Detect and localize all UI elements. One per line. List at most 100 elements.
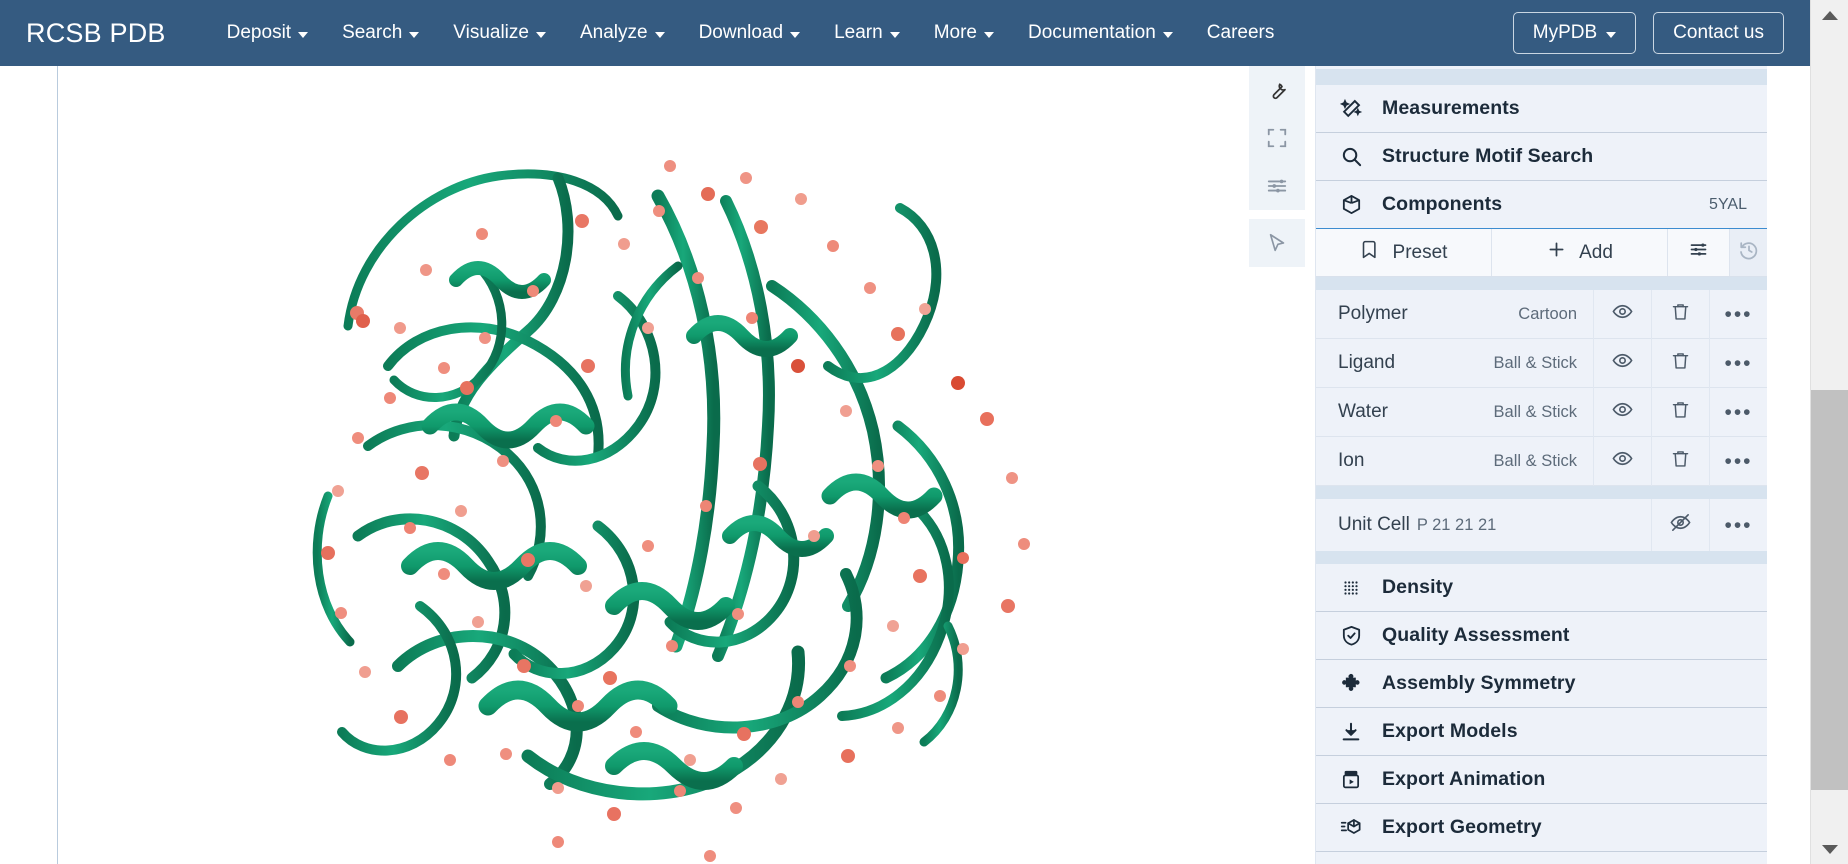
components-options-button[interactable] xyxy=(1668,229,1730,276)
chevron-down-icon xyxy=(298,32,308,38)
nav-item-search[interactable]: Search xyxy=(325,16,436,50)
chevron-down-icon xyxy=(409,32,419,38)
component-more-button[interactable]: ••• xyxy=(1709,290,1767,339)
mypdb-button[interactable]: MyPDB xyxy=(1513,12,1636,54)
nav-item-label: Search xyxy=(342,22,402,44)
nav-item-documentation[interactable]: Documentation xyxy=(1011,16,1190,50)
shield-check-icon xyxy=(1338,624,1364,647)
component-row[interactable]: PolymerCartoon ••• xyxy=(1316,290,1767,339)
viewer-tool-group-main xyxy=(1249,66,1305,210)
component-visibility-toggle[interactable] xyxy=(1593,388,1651,437)
panel-section-components[interactable]: Components 5YAL xyxy=(1316,181,1767,229)
unit-cell-strip xyxy=(1316,486,1767,499)
cursor-pointer-icon[interactable] xyxy=(1249,219,1305,267)
panel-section-export-animation[interactable]: Export Animation xyxy=(1316,756,1767,804)
more-horizontal-icon: ••• xyxy=(1724,515,1752,536)
panel-section-title: Components xyxy=(1382,193,1502,216)
component-more-button[interactable]: ••• xyxy=(1709,388,1767,437)
trash-icon xyxy=(1670,399,1691,425)
panel-section-title: Structure Motif Search xyxy=(1382,145,1593,168)
site-navbar: RCSB PDB Deposit Search VisualizeAnalyze Do… xyxy=(0,0,1810,66)
component-row[interactable]: LigandBall & Stick••• xyxy=(1316,339,1767,388)
panel-section-measurements[interactable]: Measurements xyxy=(1316,85,1767,133)
unit-cell-more-button[interactable]: ••• xyxy=(1709,499,1767,551)
nav-item-analyze[interactable]: Analyze xyxy=(563,16,682,50)
scrollbar-thumb[interactable] xyxy=(1811,390,1848,790)
component-remove-button[interactable] xyxy=(1651,290,1709,339)
component-visibility-toggle[interactable] xyxy=(1593,339,1651,388)
entry-id-label: 5YAL xyxy=(1709,196,1747,214)
component-visibility-toggle[interactable] xyxy=(1593,290,1651,339)
panel-section-title: Measurements xyxy=(1382,97,1520,120)
panel-section-assembly-symmetry[interactable]: Assembly Symmetry xyxy=(1316,660,1767,708)
nav-item-more[interactable]: More xyxy=(917,16,1011,50)
plus-icon xyxy=(1546,239,1567,266)
component-representation: Ball & Stick xyxy=(1494,354,1593,373)
nav-item-learn[interactable]: Learn xyxy=(817,16,917,50)
more-horizontal-icon: ••• xyxy=(1724,353,1752,374)
protein-cartoon-render xyxy=(58,66,1280,864)
component-representation: Ball & Stick xyxy=(1494,403,1593,422)
molstar-3d-canvas[interactable] xyxy=(58,66,1280,864)
components-history-button[interactable] xyxy=(1730,229,1767,276)
chevron-down-icon xyxy=(890,32,900,38)
component-remove-button[interactable] xyxy=(1651,437,1709,486)
contact-us-label: Contact us xyxy=(1673,22,1764,44)
molstar-control-panel: Measurements Structure Motif Search Comp… xyxy=(1315,66,1767,864)
panel-section-density[interactable]: Density xyxy=(1316,564,1767,612)
component-representation: Cartoon xyxy=(1518,305,1593,324)
add-label: Add xyxy=(1579,242,1613,264)
nav-item-deposit[interactable]: Deposit xyxy=(210,16,325,50)
fullscreen-icon[interactable] xyxy=(1249,114,1305,162)
component-visibility-toggle[interactable] xyxy=(1593,437,1651,486)
component-name: Ion xyxy=(1316,450,1494,472)
scrollbar-down-button[interactable] xyxy=(1811,834,1848,864)
components-list: PolymerCartoon•••LigandBall & Stick•••Wa… xyxy=(1316,290,1767,486)
nav-item-label: Download xyxy=(699,22,784,44)
component-name: Polymer xyxy=(1316,303,1518,325)
unit-cell-visibility-toggle[interactable] xyxy=(1651,499,1709,551)
more-horizontal-icon: ••• xyxy=(1724,304,1752,325)
page-scrollbar[interactable] xyxy=(1810,0,1848,864)
eye-icon xyxy=(1611,300,1634,328)
magic-wand-icon xyxy=(1338,97,1364,120)
nav-item-label: Documentation xyxy=(1028,22,1156,44)
component-remove-button[interactable] xyxy=(1651,388,1709,437)
contact-us-button[interactable]: Contact us xyxy=(1653,12,1784,54)
panel-section-structure-motif-search[interactable]: Structure Motif Search xyxy=(1316,133,1767,181)
unit-cell-label: Unit Cell xyxy=(1316,514,1410,536)
nav-item-label: More xyxy=(934,22,977,44)
component-row[interactable]: WaterBall & Stick••• xyxy=(1316,388,1767,437)
wrench-icon[interactable] xyxy=(1249,66,1305,114)
add-component-button[interactable]: Add xyxy=(1492,229,1668,276)
component-row[interactable]: IonBall & Stick••• xyxy=(1316,437,1767,486)
chevron-down-icon xyxy=(984,32,994,38)
nav-item-visualize[interactable]: Visualize xyxy=(436,16,563,50)
panel-bottom-sections: DensityQuality AssessmentAssembly Symmet… xyxy=(1316,564,1767,852)
brand-logo[interactable]: RCSB PDB xyxy=(26,18,166,49)
geometry-export-icon xyxy=(1338,816,1364,839)
triangle-up-icon xyxy=(1822,11,1838,20)
component-more-button[interactable]: ••• xyxy=(1709,339,1767,388)
trash-icon xyxy=(1670,301,1691,327)
preset-button[interactable]: Preset xyxy=(1316,229,1492,276)
eye-off-icon xyxy=(1669,511,1692,539)
more-horizontal-icon: ••• xyxy=(1724,402,1752,423)
animation-export-icon xyxy=(1338,769,1364,791)
panel-section-export-models[interactable]: Export Models xyxy=(1316,708,1767,756)
component-remove-button[interactable] xyxy=(1651,339,1709,388)
nav-item-careers[interactable]: Careers xyxy=(1190,16,1292,50)
preset-label: Preset xyxy=(1393,242,1448,264)
chevron-down-icon xyxy=(536,32,546,38)
eye-icon xyxy=(1611,447,1634,475)
component-more-button[interactable]: ••• xyxy=(1709,437,1767,486)
settings-sliders-icon[interactable] xyxy=(1249,162,1305,210)
cube-icon xyxy=(1338,193,1364,216)
panel-section-export-geometry[interactable]: Export Geometry xyxy=(1316,804,1767,852)
more-horizontal-icon: ••• xyxy=(1724,451,1752,472)
unit-cell-row[interactable]: Unit Cell P 21 21 21 ••• xyxy=(1316,499,1767,551)
scrollbar-up-button[interactable] xyxy=(1811,0,1848,30)
panel-section-quality-assessment[interactable]: Quality Assessment xyxy=(1316,612,1767,660)
chevron-down-icon xyxy=(790,32,800,38)
nav-item-download[interactable]: Download xyxy=(682,16,818,50)
